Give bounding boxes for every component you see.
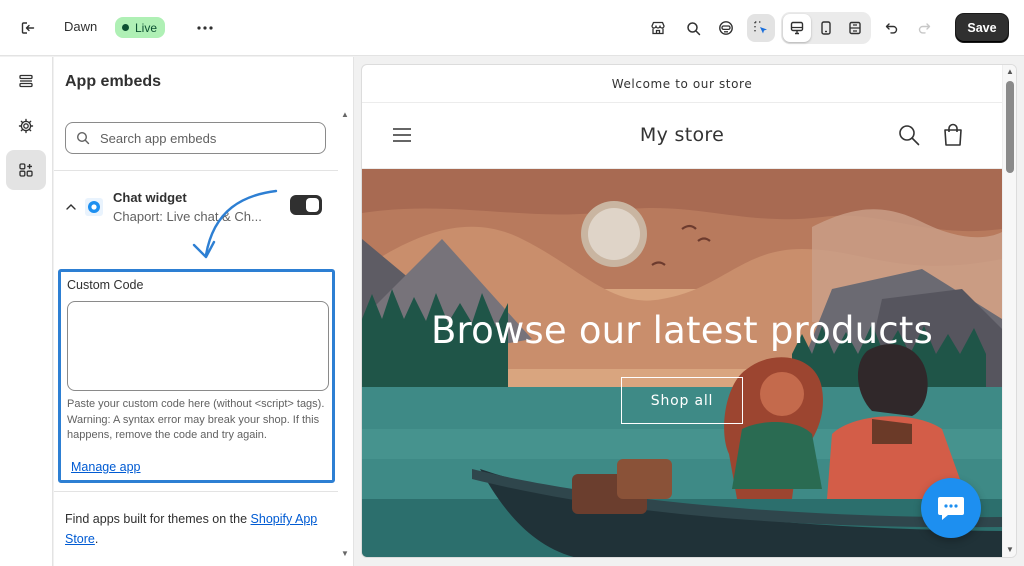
scroll-down-icon[interactable]: ▼: [341, 549, 349, 558]
app-embeds-panel: App embeds ▲ Chat widget Chaport: Live c…: [54, 57, 354, 566]
app-embed-toggle[interactable]: [290, 195, 322, 215]
live-badge: Live: [115, 17, 166, 38]
exit-icon[interactable]: [16, 16, 40, 40]
search-icon: [76, 131, 90, 145]
announcement-bar: Welcome to our store: [362, 65, 1002, 103]
cart-icon[interactable]: [942, 123, 964, 147]
desktop-view-icon[interactable]: [783, 14, 811, 42]
chevron-up-icon[interactable]: [64, 200, 78, 214]
scroll-up-icon[interactable]: ▲: [341, 110, 349, 119]
search-icon[interactable]: [679, 14, 707, 42]
toggle-knob: [306, 198, 319, 212]
custom-code-help: Paste your custom code here (without <sc…: [67, 398, 325, 442]
app-name: Chat widget: [113, 190, 187, 205]
save-button[interactable]: Save: [956, 14, 1008, 42]
find-apps-prefix: Find apps built for themes on the: [65, 512, 251, 526]
top-bar: Dawn Live Save: [0, 0, 1024, 56]
store-icon[interactable]: [644, 14, 672, 42]
left-rail: [0, 57, 53, 566]
app-embeds-icon[interactable]: [6, 150, 46, 190]
search-app-embeds[interactable]: [65, 122, 326, 154]
sidekick-icon[interactable]: [712, 14, 740, 42]
custom-code-textarea[interactable]: [67, 301, 329, 391]
live-dot-icon: [122, 24, 129, 31]
scroll-up-icon[interactable]: ▲: [1006, 67, 1014, 76]
sections-icon[interactable]: [6, 61, 46, 101]
find-apps-suffix: .: [94, 532, 99, 546]
hero-banner: Browse our latest products Shop all: [362, 169, 1002, 557]
scroll-down-icon[interactable]: ▼: [1006, 545, 1014, 554]
manage-app-link[interactable]: Manage app: [71, 460, 141, 474]
theme-settings-icon[interactable]: [6, 106, 46, 146]
store-header: My store: [362, 103, 1002, 169]
annotation-arrow-icon: [192, 189, 278, 259]
panel-title: App embeds: [65, 73, 162, 90]
undo-icon[interactable]: [878, 14, 906, 42]
divider: [54, 491, 338, 492]
chaport-logo-icon: [85, 198, 103, 216]
chat-widget-button[interactable]: [921, 478, 981, 538]
custom-code-label: Custom Code: [67, 278, 144, 292]
divider: [54, 170, 338, 171]
hero-illustration: [362, 169, 1002, 557]
preview-scrollbar[interactable]: ▲ ▼: [1002, 65, 1016, 557]
hero-title: Browse our latest products: [430, 309, 934, 352]
theme-name: Dawn: [64, 19, 98, 34]
redo-icon[interactable]: [910, 14, 938, 42]
custom-code-highlight: Custom Code Paste your custom code here …: [58, 269, 335, 483]
store-preview: Welcome to our store My store Browse our…: [361, 64, 1017, 558]
chat-icon: [938, 497, 964, 520]
mobile-view-icon[interactable]: [812, 14, 840, 42]
inspector-icon[interactable]: [747, 14, 775, 42]
fullscreen-view-icon[interactable]: [841, 14, 869, 42]
scrollbar-thumb[interactable]: [1006, 81, 1014, 173]
more-actions-icon[interactable]: [193, 16, 217, 40]
find-apps-text: Find apps built for themes on the Shopif…: [65, 509, 325, 549]
live-badge-label: Live: [135, 20, 158, 35]
shop-all-button[interactable]: Shop all: [621, 377, 743, 424]
store-search-icon[interactable]: [898, 124, 920, 146]
search-input[interactable]: [100, 130, 300, 146]
viewport-switcher: [781, 12, 871, 44]
